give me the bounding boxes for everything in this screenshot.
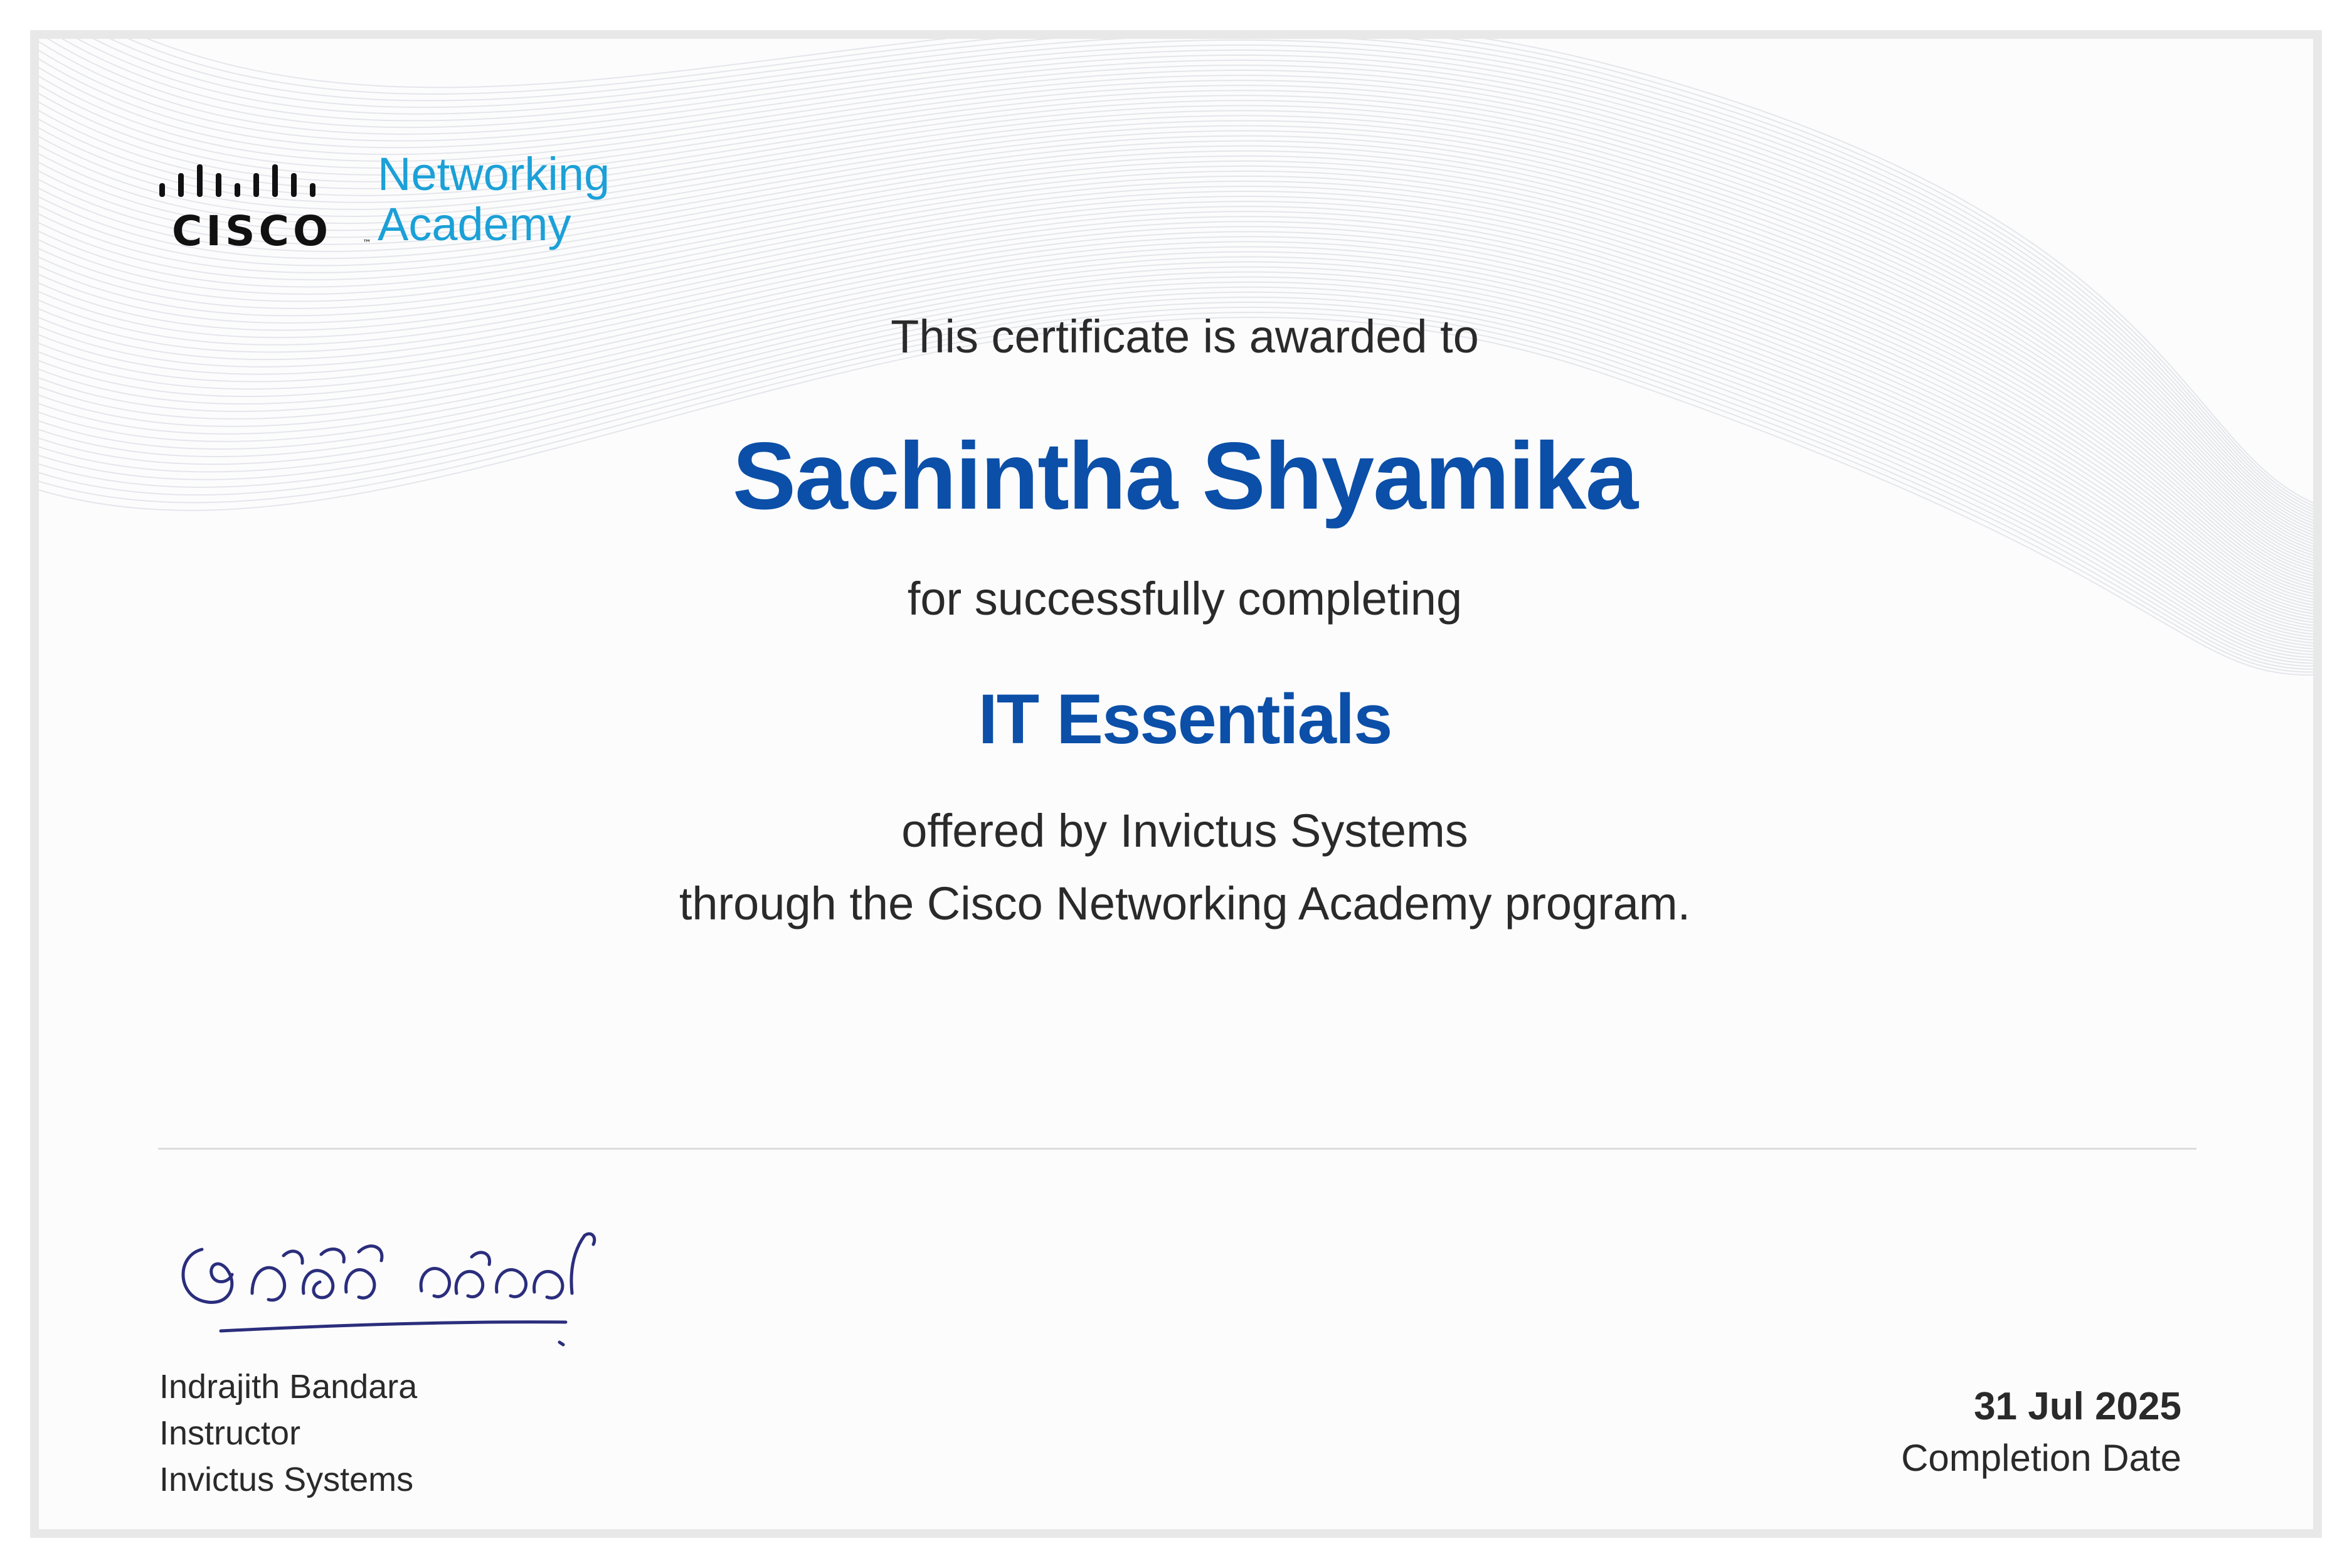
signatory-name: Indrajith Bandara	[159, 1368, 418, 1406]
recipient-name: Sachintha Shyamika	[732, 423, 1638, 529]
signatory-organization: Invictus Systems	[159, 1461, 414, 1498]
trademark-symbol: ™	[363, 238, 371, 248]
certificate-frame: CISCO ™ Networking Academy This certific…	[30, 30, 2322, 1538]
cisco-networking-academy-logo: CISCO ™ Networking Academy	[128, 127, 617, 265]
signatory-block: Indrajith Bandara Instructor Invictus Sy…	[159, 1364, 417, 1503]
program-line: through the Cisco Networking Academy pro…	[679, 877, 1691, 930]
handwritten-signature	[181, 1232, 596, 1347]
completion-date-label: Completion Date	[1901, 1437, 2181, 1479]
awarded-to-label: This certificate is awarded to	[891, 310, 1479, 363]
offered-by-line: offered by Invictus Systems	[901, 805, 1468, 857]
cisco-bridge-bars-icon	[159, 164, 315, 197]
completion-date-block: 31 Jul 2025 Completion Date	[1901, 1381, 2181, 1484]
logo-networking-text: Networking	[378, 148, 610, 200]
cisco-wordmark: CISCO	[172, 207, 332, 255]
signatory-title: Instructor	[159, 1414, 301, 1452]
course-name: IT Essentials	[978, 680, 1393, 758]
completing-label: for successfully completing	[907, 573, 1463, 625]
networking-academy-wordmark: Networking Academy	[378, 149, 610, 250]
completion-date-value: 31 Jul 2025	[1974, 1385, 2181, 1428]
footer-divider	[158, 1148, 2196, 1150]
logo-academy-text: Academy	[378, 198, 571, 250]
